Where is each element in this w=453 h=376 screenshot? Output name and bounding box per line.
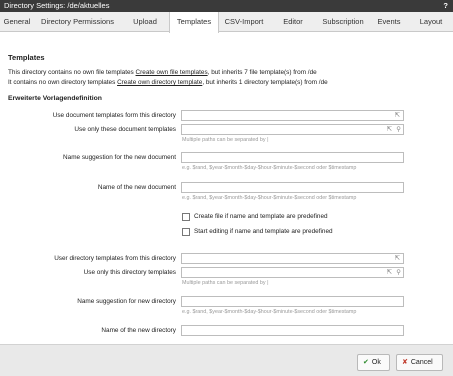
window-title: Directory Settings: /de/aktuelles (4, 1, 110, 10)
name-suggestion-dir-hint: e.g. $rand, $year-$month-$day-$hour-$min… (182, 309, 357, 315)
create-file-label: Create file if name and template are pre… (194, 213, 328, 220)
info-text: , but inherits 7 file template(s) from /… (207, 69, 317, 76)
tab-templates[interactable]: Templates (169, 12, 219, 33)
directory-templates-info: It contains no own directory templates C… (8, 79, 328, 86)
use-doc-templates-dir-label: Use document templates form this directo… (52, 112, 176, 119)
help-icon[interactable]: ? (443, 0, 448, 12)
use-only-dir-templates-label: Use only this directory templates (83, 269, 176, 276)
start-editing-checkbox[interactable] (182, 228, 190, 236)
ok-button[interactable]: ✔ Ok (357, 354, 390, 371)
create-directory-template-link[interactable]: Create own directory template (117, 79, 202, 86)
tab-bar: General Directory Permissions Upload Tem… (0, 12, 453, 33)
extended-heading: Erweiterte Vorlagendefinition (8, 95, 102, 102)
use-only-dir-templates-hint: Multiple paths can be separated by | (182, 280, 269, 286)
search-icon[interactable]: ⚲ (396, 269, 401, 277)
tab-general[interactable]: General (0, 12, 34, 32)
dialog-footer: ✔ Ok ✘ Cancel (0, 344, 453, 376)
name-suggestion-dir-field[interactable] (181, 296, 404, 307)
tab-editor[interactable]: Editor (269, 12, 317, 32)
cancel-label: Cancel (410, 359, 433, 366)
cursor-icon[interactable]: ⇱ (387, 126, 392, 134)
cancel-button[interactable]: ✘ Cancel (396, 354, 443, 371)
tab-directory-permissions[interactable]: Directory Permissions (34, 12, 121, 32)
templates-panel: Templates This directory contains no own… (0, 33, 453, 344)
close-icon: ✘ (402, 359, 408, 366)
tab-events[interactable]: Events (369, 12, 409, 32)
name-new-dir-label: Name of the new directory (101, 327, 176, 334)
info-text: It contains no own directory templates (8, 79, 118, 86)
name-suggestion-doc-field[interactable] (181, 152, 404, 163)
create-file-templates-link[interactable]: Create own file templates (136, 69, 208, 76)
use-only-doc-templates-field[interactable]: ⇱ ⚲ (181, 124, 404, 135)
info-text: This directory contains no own file temp… (8, 69, 136, 76)
tab-subscription[interactable]: Subscription (317, 12, 369, 32)
name-suggestion-doc-hint: e.g. $rand, $year-$month-$day-$hour-$min… (182, 165, 357, 171)
start-editing-label: Start editing if name and template are p… (194, 228, 333, 235)
window-titlebar: Directory Settings: /de/aktuelles ? (0, 0, 453, 12)
tab-csv-import[interactable]: CSV-Import (219, 12, 269, 32)
name-suggestion-doc-label: Name suggestion for the new document (63, 154, 176, 161)
name-new-doc-field[interactable] (181, 182, 404, 193)
user-dir-templates-field[interactable]: ⇱ (181, 253, 404, 264)
use-only-doc-templates-label: Use only these document templates (74, 126, 176, 133)
search-icon[interactable]: ⚲ (396, 126, 401, 134)
tab-upload[interactable]: Upload (121, 12, 169, 32)
templates-heading: Templates (8, 53, 45, 62)
name-new-doc-label: Name of the new document (97, 184, 176, 191)
name-suggestion-dir-label: Name suggestion for new directory (77, 298, 176, 305)
tab-layout[interactable]: Layout (409, 12, 453, 32)
cursor-icon[interactable]: ⇱ (395, 112, 400, 120)
file-templates-info: This directory contains no own file temp… (8, 69, 317, 76)
create-file-checkbox[interactable] (182, 213, 190, 221)
check-icon: ✔ (363, 359, 369, 366)
info-text: , but inherits 1 directory template(s) f… (202, 79, 328, 86)
use-only-dir-templates-field[interactable]: ⇱ ⚲ (181, 267, 404, 278)
use-doc-templates-dir-field[interactable]: ⇱ (181, 110, 404, 121)
cursor-icon[interactable]: ⇱ (387, 269, 392, 277)
ok-label: Ok (371, 359, 381, 366)
user-dir-templates-label: User directory templates from this direc… (54, 255, 176, 262)
cursor-icon[interactable]: ⇱ (395, 255, 400, 263)
use-only-doc-templates-hint: Multiple paths can be separated by | (182, 137, 269, 143)
name-new-dir-field[interactable] (181, 325, 404, 336)
name-new-doc-hint: e.g. $rand, $year-$month-$day-$hour-$min… (182, 195, 357, 201)
